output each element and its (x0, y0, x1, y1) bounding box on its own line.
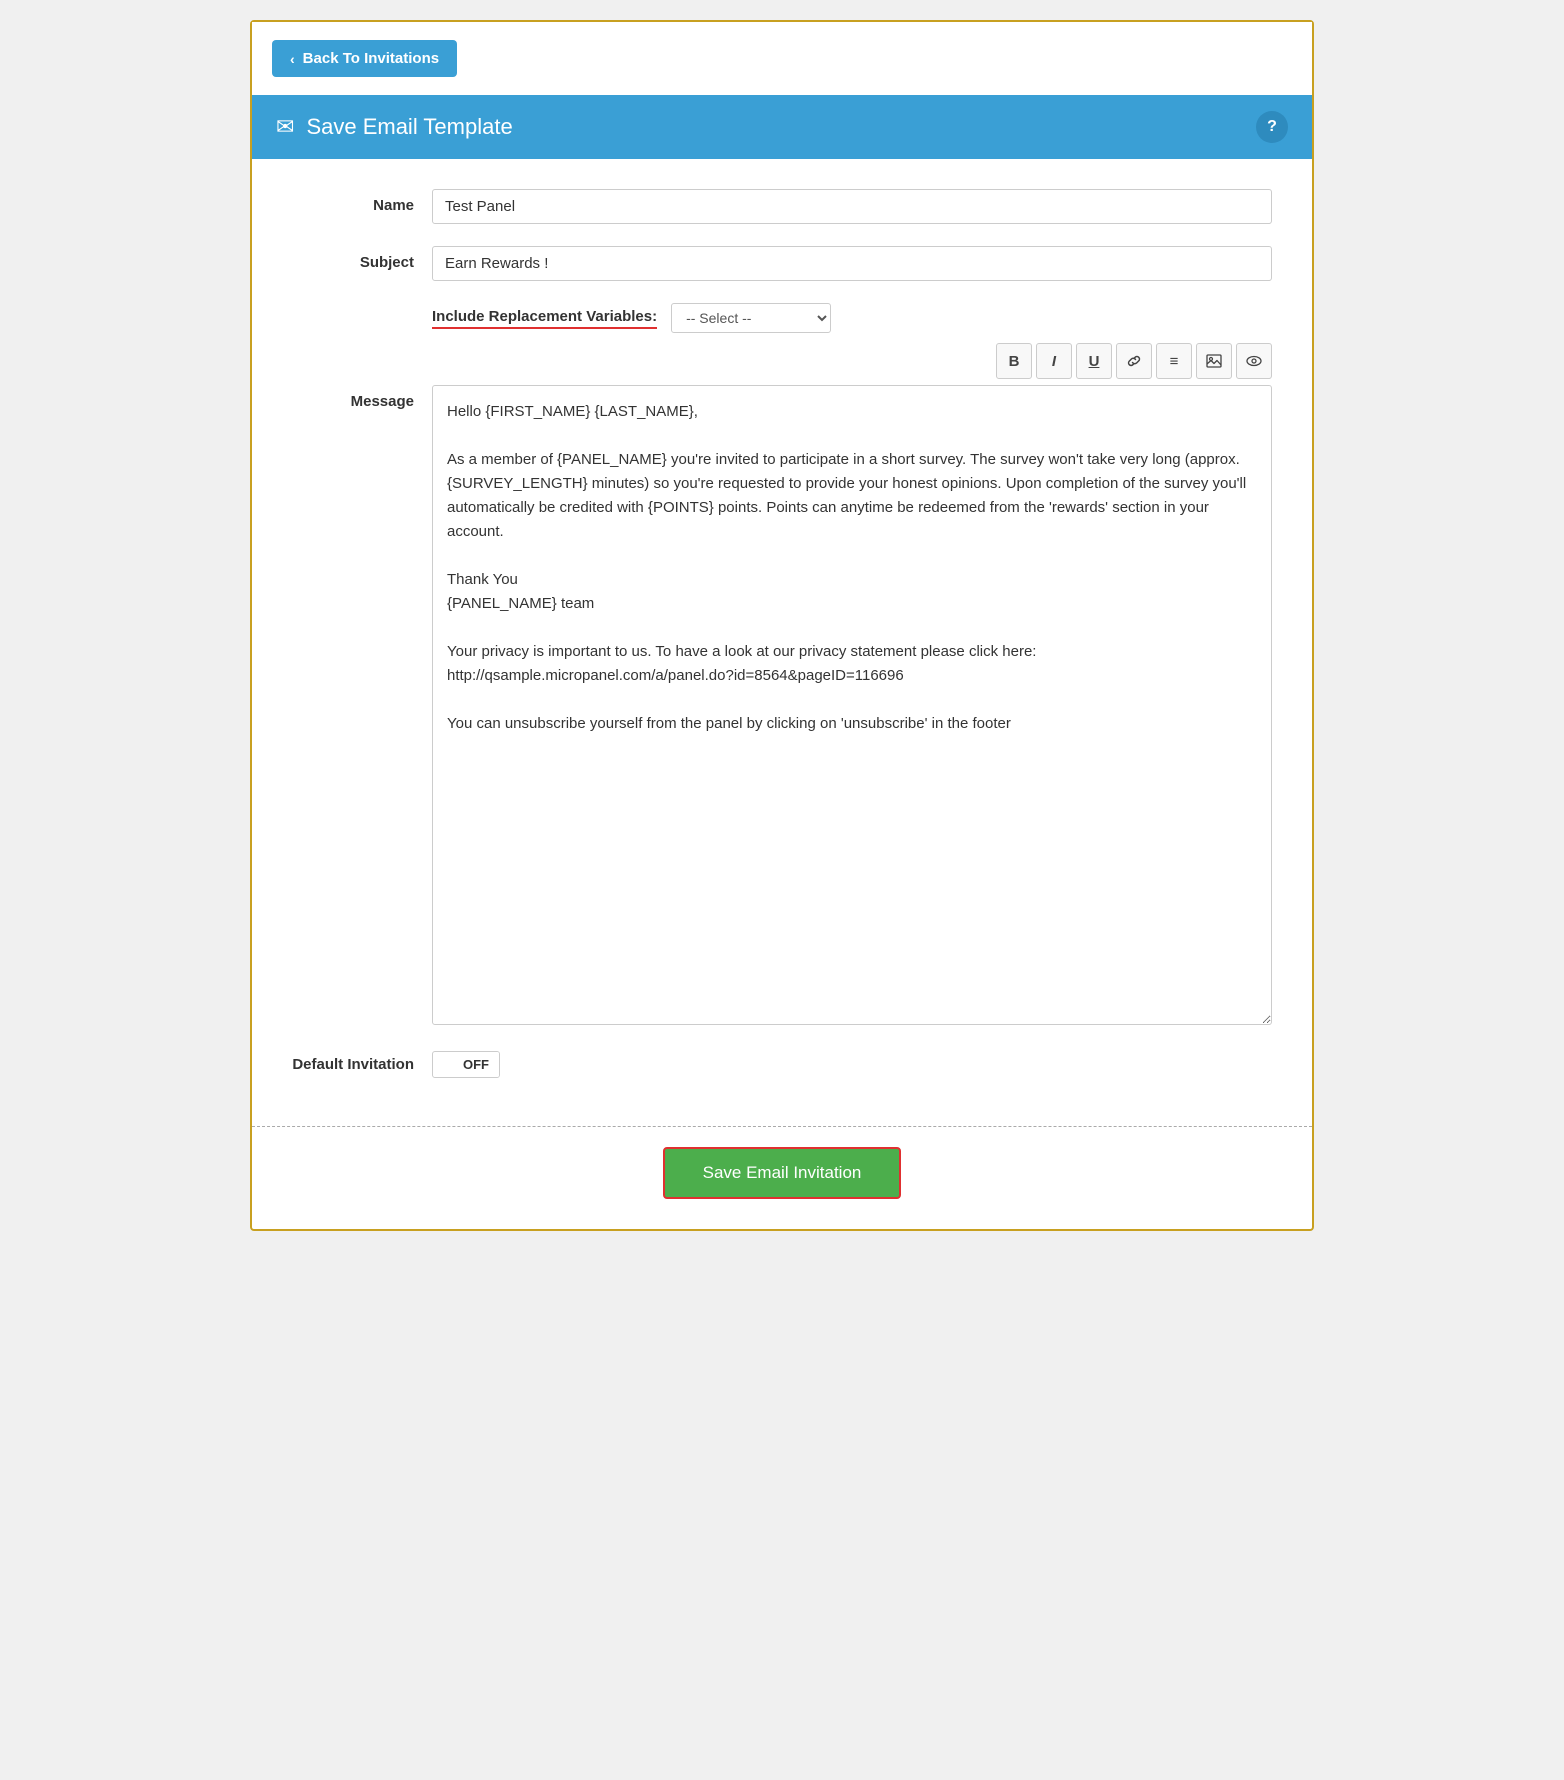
italic-button[interactable]: I (1036, 343, 1072, 379)
variables-label: Include Replacement Variables: (432, 308, 657, 329)
message-row: Message Hello {FIRST_NAME} {LAST_NAME}, … (292, 385, 1272, 1029)
name-label: Name (292, 189, 432, 214)
page-wrapper: ‹ Back To Invitations ✉ Save Email Templ… (250, 20, 1314, 1231)
header-title: ✉ Save Email Template (276, 114, 513, 140)
toggle-switch[interactable]: OFF (432, 1051, 500, 1078)
variables-select[interactable]: -- Select -- (671, 303, 831, 333)
section-divider (252, 1126, 1312, 1127)
toggle-on-label (433, 1060, 453, 1070)
subject-label: Subject (292, 246, 432, 271)
toggle-off-label: OFF (453, 1052, 499, 1077)
bold-button[interactable]: B (996, 343, 1032, 379)
preview-button[interactable] (1236, 343, 1272, 379)
chevron-left-icon: ‹ (290, 51, 295, 67)
back-to-invitations-button[interactable]: ‹ Back To Invitations (272, 40, 457, 77)
name-input[interactable] (432, 189, 1272, 224)
variables-row: Include Replacement Variables: -- Select… (292, 303, 1272, 333)
page-title: Save Email Template (306, 114, 512, 140)
link-button[interactable] (1116, 343, 1152, 379)
help-button[interactable]: ? (1256, 111, 1288, 143)
subject-row: Subject (292, 246, 1272, 281)
message-label: Message (292, 385, 432, 410)
subject-input[interactable] (432, 246, 1272, 281)
message-textarea[interactable]: Hello {FIRST_NAME} {LAST_NAME}, As a mem… (432, 385, 1272, 1025)
default-invitation-label: Default Invitation (292, 1056, 432, 1073)
mail-icon: ✉ (276, 114, 294, 140)
image-button[interactable] (1196, 343, 1232, 379)
header-bar: ✉ Save Email Template ? (252, 95, 1312, 159)
back-button-label: Back To Invitations (303, 50, 439, 67)
underline-button[interactable]: U (1076, 343, 1112, 379)
align-button[interactable]: ≡ (1156, 343, 1192, 379)
name-row: Name (292, 189, 1272, 224)
default-invitation-row: Default Invitation OFF (292, 1051, 1272, 1078)
top-bar: ‹ Back To Invitations (252, 22, 1312, 95)
save-email-invitation-button[interactable]: Save Email Invitation (663, 1147, 902, 1199)
footer-area: Save Email Invitation (252, 1147, 1312, 1229)
form-area: Name Subject Include Replacement Variabl… (252, 159, 1312, 1116)
editor-toolbar: B I U ≡ (292, 343, 1272, 379)
message-editor-wrapper: Hello {FIRST_NAME} {LAST_NAME}, As a mem… (432, 385, 1272, 1029)
